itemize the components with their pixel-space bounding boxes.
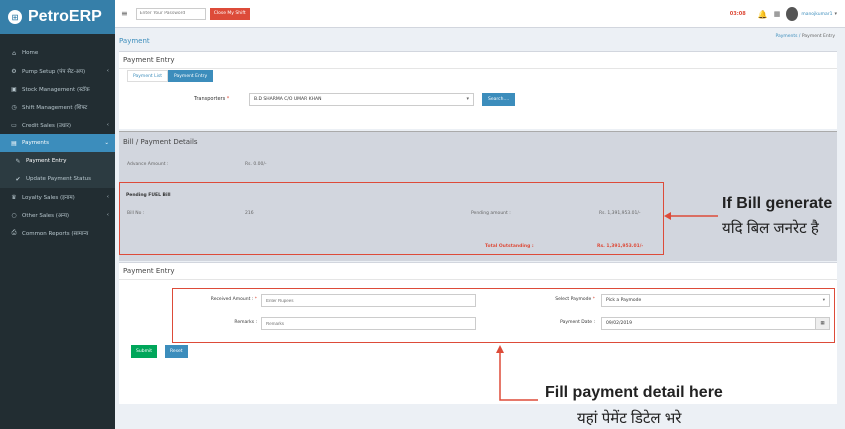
submit-button[interactable]: Submit bbox=[131, 345, 157, 358]
clock-icon: ◷ bbox=[11, 103, 17, 111]
cogs-icon: ⚙ bbox=[11, 67, 17, 75]
password-input[interactable] bbox=[135, 7, 206, 20]
reset-button[interactable]: Reset bbox=[165, 345, 188, 358]
chevron-left-icon: ‹ bbox=[106, 194, 109, 200]
breadcrumb-current: Payment Entry bbox=[801, 34, 835, 39]
advance-amount-label: Advance Amount : bbox=[127, 162, 169, 167]
home-icon: ⌂ bbox=[12, 49, 16, 57]
avatar[interactable] bbox=[786, 7, 799, 21]
breadcrumb: Payments / Payment Entry bbox=[775, 34, 835, 39]
sidebar-menu: ⌂ Home ⚙ Pump Setup (पंप सेट-अप) ‹ ▣ Stock M… bbox=[0, 34, 115, 242]
credit-card-icon: ▭ bbox=[11, 121, 17, 129]
payment-form-highlight bbox=[172, 288, 835, 343]
sidebar-item-home[interactable]: ⌂ Home bbox=[0, 44, 115, 62]
breadcrumb-separator: / bbox=[798, 34, 801, 39]
transporter-label: Transporters * bbox=[194, 96, 230, 102]
tab-payment-entry[interactable]: Payment Entry bbox=[168, 70, 214, 82]
caret-down-icon[interactable]: ▾ bbox=[834, 11, 837, 17]
tab-payment-list[interactable]: Payment List bbox=[127, 70, 168, 82]
chevron-left-icon: ‹ bbox=[106, 122, 109, 128]
money-icon: ▤ bbox=[11, 139, 17, 147]
edit-icon: ✎ bbox=[15, 157, 21, 165]
box-title: Payment Entry bbox=[119, 263, 837, 280]
search-button[interactable]: Search.... bbox=[482, 93, 516, 106]
annotation-bill-hi: यदि बिल जनरेट है bbox=[722, 220, 819, 237]
sidebar-item-reports[interactable]: ⎙ Common Reports (सामान्य bbox=[0, 224, 115, 242]
sidebar-item-credit-sales[interactable]: ▭ Credit Sales (उधार) ‹ bbox=[0, 116, 115, 134]
sidebar-item-payments[interactable]: ▤ Payments ⌄ bbox=[0, 134, 115, 152]
circle-icon: ○ bbox=[11, 211, 17, 219]
advance-amount-value: Rs. 0.00/- bbox=[245, 162, 267, 167]
hamburger-icon[interactable]: ≡ bbox=[121, 9, 128, 18]
top-navbar: ≡ Close My Shift 03:08 🔔 ▦ manojkumar1 ▾ bbox=[115, 0, 845, 28]
sidebar-item-loyalty[interactable]: ♛ Loyalty Sales (इनाम) ‹ bbox=[0, 188, 115, 206]
tabs: Payment List Payment Entry bbox=[127, 70, 214, 82]
sidebar-item-pump-setup[interactable]: ⚙ Pump Setup (पंप सेट-अप) ‹ bbox=[0, 62, 115, 80]
box-title: Payment Entry bbox=[119, 52, 837, 69]
payment-entry-box: Payment Entry Payment List Payment Entry… bbox=[119, 51, 837, 129]
navbar-right: 03:08 🔔 ▦ manojkumar1 ▾ bbox=[730, 0, 837, 28]
sidebar-item-stock[interactable]: ▣ Stock Management (स्टॉक bbox=[0, 80, 115, 98]
sidebar-item-other-sales[interactable]: ○ Other Sales (अन्य) ‹ bbox=[0, 206, 115, 224]
bell-icon[interactable]: 🔔 bbox=[758, 10, 768, 19]
chevron-left-icon: ‹ bbox=[106, 68, 109, 74]
sidebar-item-shift[interactable]: ◷ Shift Management (शिफ्ट bbox=[0, 98, 115, 116]
sidebar-item-update-payment-status[interactable]: ✔ Update Payment Status bbox=[0, 170, 115, 188]
cubes-icon: ▣ bbox=[11, 85, 17, 93]
print-icon: ⎙ bbox=[11, 229, 17, 236]
sidebar-item-payment-entry[interactable]: ✎ Payment Entry bbox=[0, 152, 115, 170]
annotation-fill-hi: यहां पेमेंट डिटेल भरे bbox=[577, 410, 682, 427]
breadcrumb-parent[interactable]: Payments bbox=[775, 34, 797, 39]
close-shift-button[interactable]: Close My Shift bbox=[209, 7, 250, 20]
box-title: Bill / Payment Details bbox=[123, 138, 198, 146]
brand-name: PetroERP bbox=[28, 8, 102, 25]
pending-bill-highlight bbox=[119, 182, 664, 255]
sidebar: ⊞ PetroERP ⌂ Home ⚙ Pump Setup (पंप सेट-अप… bbox=[0, 0, 115, 429]
page-title: Payment bbox=[119, 37, 150, 45]
grid-icon[interactable]: ▦ bbox=[774, 10, 781, 18]
store-icon: ⊞ bbox=[8, 10, 22, 24]
chevron-left-icon: ‹ bbox=[106, 212, 109, 218]
clock: 03:08 bbox=[729, 11, 746, 17]
annotation-bill-en: If Bill generate bbox=[722, 195, 833, 212]
user-name[interactable]: manojkumar1 bbox=[801, 12, 832, 17]
chevron-down-icon: ⌄ bbox=[104, 140, 109, 146]
annotation-fill-en: Fill payment detail here bbox=[545, 384, 723, 401]
brand[interactable]: ⊞ PetroERP bbox=[0, 0, 115, 34]
transporter-select[interactable]: B.D SHARMA C/O UMAR KHAN ▾ bbox=[249, 93, 474, 106]
trophy-icon: ♛ bbox=[11, 193, 17, 201]
check-icon: ✔ bbox=[15, 175, 21, 183]
chevron-down-icon: ▾ bbox=[466, 96, 469, 102]
